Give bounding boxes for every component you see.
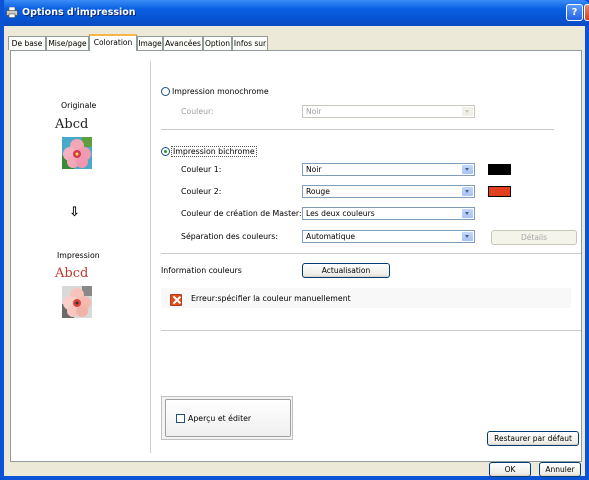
- error-text: Erreur:spécifier la couleur manuellement: [191, 294, 351, 303]
- preview-column: Originale Abcd ⇩ Impression Abcd: [19, 61, 151, 453]
- ok-button[interactable]: OK: [489, 462, 531, 477]
- separation-value: Automatique: [306, 232, 356, 241]
- window-title: Options d'impression: [22, 7, 136, 18]
- bichrome-radio[interactable]: [161, 147, 170, 156]
- color1-select[interactable]: Noir: [302, 163, 475, 176]
- tab-de-base[interactable]: De base: [8, 36, 46, 50]
- chevron-down-icon: [462, 232, 473, 241]
- color2-value: Rouge: [306, 187, 330, 196]
- original-label: Originale: [61, 101, 97, 110]
- tab-avancees[interactable]: Avancées: [163, 36, 203, 50]
- tab-image[interactable]: Image: [137, 36, 163, 50]
- cancel-button[interactable]: Annuler: [539, 462, 581, 477]
- separation-label: Séparation des couleurs:: [181, 232, 278, 241]
- original-flower-image: [62, 137, 92, 169]
- print-flower-image: [62, 286, 92, 318]
- preview-edit-checkbox[interactable]: [176, 414, 185, 423]
- chevron-down-icon: [462, 187, 473, 196]
- chevron-down-icon: [462, 107, 473, 116]
- chevron-down-icon: [462, 165, 473, 174]
- print-sample-text: Abcd: [55, 266, 88, 281]
- color1-label: Couleur 1:: [181, 165, 222, 174]
- master-select[interactable]: Les deux couleurs: [302, 207, 475, 220]
- error-icon: [170, 294, 182, 306]
- restore-defaults-button[interactable]: Restaurer par défaut: [487, 431, 579, 446]
- title-bar[interactable]: Options d'impression ? ✕: [0, 0, 589, 26]
- color1-swatch: [488, 164, 511, 175]
- mono-color-value: Noir: [306, 107, 322, 116]
- mono-radio[interactable]: [161, 87, 170, 96]
- preview-edit-button[interactable]: Aperçu et éditer: [165, 399, 291, 437]
- mono-color-label: Couleur:: [181, 107, 214, 116]
- bichrome-label[interactable]: Impression bichrome: [171, 146, 257, 157]
- down-arrow-icon: ⇩: [69, 205, 80, 220]
- dialog-body: De base Mise/page Coloration Image Avanc…: [4, 26, 585, 477]
- mono-color-select[interactable]: Noir: [302, 105, 475, 118]
- details-button[interactable]: Détails: [491, 230, 577, 245]
- tab-mise-page[interactable]: Mise/page: [46, 36, 89, 50]
- divider-2: [161, 253, 581, 254]
- coloration-panel: Originale Abcd ⇩ Impression Abcd Impress…: [10, 50, 582, 462]
- help-button[interactable]: ?: [566, 4, 583, 21]
- color2-label: Couleur 2:: [181, 187, 222, 196]
- divider-1: [161, 129, 554, 130]
- tab-option[interactable]: Option: [203, 36, 232, 50]
- divider-3: [161, 330, 581, 331]
- close-button[interactable]: ✕: [584, 4, 589, 21]
- color1-value: Noir: [306, 165, 322, 174]
- preview-edit-label[interactable]: Aperçu et éditer: [188, 414, 251, 423]
- print-label: Impression: [57, 251, 100, 260]
- color2-swatch: [488, 186, 511, 197]
- chevron-down-icon: [462, 209, 473, 218]
- master-label: Couleur de création de Master:: [181, 209, 302, 218]
- separation-select[interactable]: Automatique: [302, 230, 475, 243]
- mono-label[interactable]: Impression monochrome: [172, 87, 269, 96]
- tab-infos-sur[interactable]: Infos sur: [232, 36, 268, 50]
- print-sample-letters: Abcd: [55, 266, 89, 281]
- refresh-button[interactable]: Actualisation: [302, 263, 390, 278]
- original-sample-letters: Abcd: [55, 117, 89, 132]
- tab-coloration[interactable]: Coloration: [89, 34, 137, 51]
- color2-select[interactable]: Rouge: [302, 185, 475, 198]
- color-info-label: Information couleurs: [161, 266, 242, 275]
- original-sample-text: Abcd: [55, 117, 88, 132]
- master-value: Les deux couleurs: [306, 209, 375, 218]
- printer-icon: [6, 7, 18, 18]
- dialog-window: Options d'impression ? ✕ De base Mise/pa…: [0, 0, 589, 480]
